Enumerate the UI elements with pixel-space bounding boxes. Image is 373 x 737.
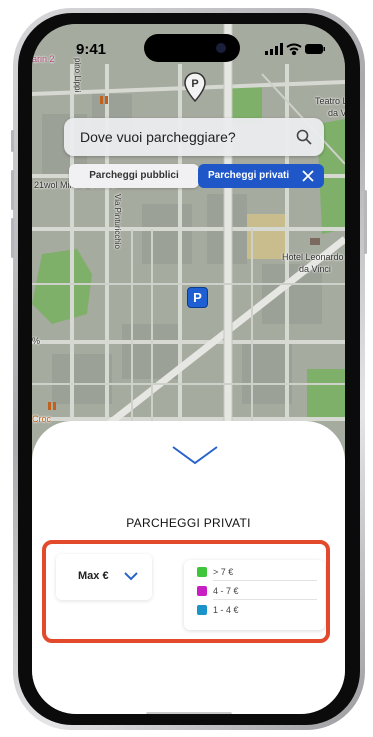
filter-chip-private-label: Parcheggi privati (208, 170, 290, 181)
map-label: arin 2 (32, 54, 55, 64)
location-pin-icon: P (184, 72, 206, 102)
map-label: pino Lippi (73, 58, 82, 93)
highlight-box (42, 540, 330, 643)
svg-text:P: P (191, 78, 198, 90)
map-label: da Vinci (299, 264, 331, 274)
status-time: 9:41 (76, 41, 107, 58)
power-button (364, 190, 367, 254)
close-icon[interactable] (302, 170, 314, 182)
map-label: Teatro Le (315, 96, 345, 106)
dynamic-island (144, 34, 240, 62)
search-bar[interactable]: Dove vuoi parcheggiare? (64, 118, 324, 156)
side-button (11, 130, 14, 152)
battery-icon (305, 44, 325, 54)
map-label: Croc (32, 414, 52, 424)
volume-down-button (11, 218, 14, 258)
parking-marker[interactable]: P (187, 287, 208, 308)
wifi-icon (286, 43, 302, 55)
camera-icon (216, 43, 226, 53)
collapse-chevron-icon[interactable] (171, 444, 219, 466)
map-label: Hotel Leonardo (282, 252, 344, 262)
map-label: Via Pinturicchio (113, 194, 122, 249)
screen: arin 2 pino Lippi Via Pinturicchio 21wol… (32, 24, 345, 714)
cellular-signal-icon (265, 43, 283, 55)
search-icon[interactable] (296, 129, 312, 145)
search-input[interactable]: Dove vuoi parcheggiare? (80, 129, 236, 145)
filter-chip-public[interactable]: Parcheggi pubblici (69, 164, 199, 188)
sheet-title: PARCHEGGI PRIVATI (126, 516, 251, 530)
volume-up-button (11, 170, 14, 210)
map-label: % (32, 336, 41, 346)
filter-chip-private[interactable]: Parcheggi privati (198, 164, 324, 188)
status-icons (265, 43, 325, 55)
map-label: da Vi (328, 108, 345, 118)
bottom-sheet: PARCHEGGI PRIVATI Max € > 7 € 4 - 7 € 1 … (32, 421, 345, 714)
home-indicator[interactable] (146, 712, 232, 714)
